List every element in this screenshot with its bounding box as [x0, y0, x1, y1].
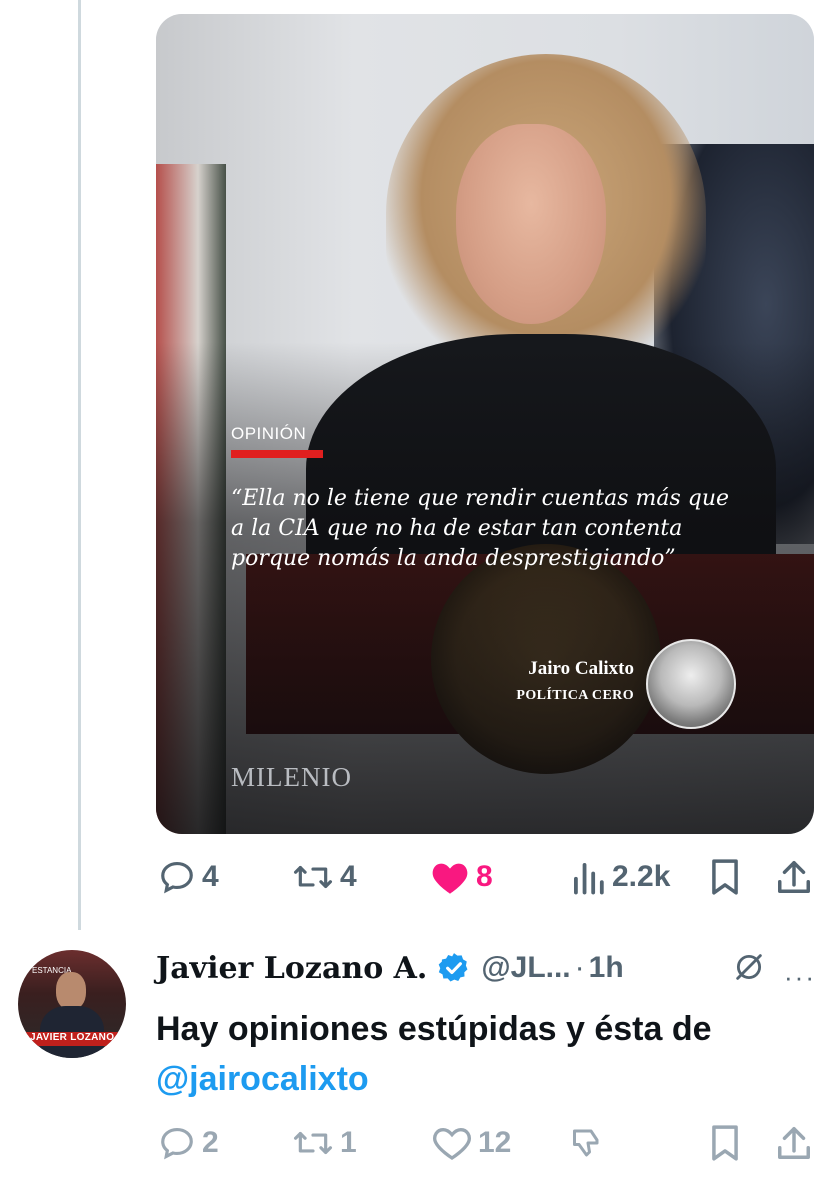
reply-text: Hay opiniones estúpidas y ésta de @jairo… — [156, 1004, 796, 1104]
author-handle[interactable]: @JL... — [481, 951, 570, 985]
reply-count: 4 — [202, 860, 219, 893]
mention-link[interactable]: @jairocalixto — [156, 1060, 369, 1098]
share-icon — [778, 1127, 810, 1159]
views-icon — [574, 863, 604, 895]
separator-dot: · — [574, 951, 585, 984]
more-options-icon[interactable]: ··· — [784, 962, 816, 993]
verified-badge-icon — [439, 953, 468, 982]
retweet-button[interactable]: 4 — [292, 858, 357, 896]
thumbs-down-icon — [573, 1129, 599, 1157]
avatar-face — [56, 972, 86, 1010]
like-button[interactable]: 12 — [432, 1124, 511, 1162]
like-count: 8 — [476, 860, 493, 893]
bookmark-button[interactable] — [708, 1124, 742, 1162]
views-count: 2.2k — [612, 860, 671, 893]
timestamp[interactable]: 1h — [589, 951, 624, 985]
retweet-count: 4 — [340, 860, 357, 893]
bookmark-icon — [712, 859, 738, 895]
author-display-name[interactable]: Javier Lozano A. — [156, 951, 427, 986]
avatar-caption: JAVIER LOZANO — [30, 1032, 115, 1043]
share-button[interactable] — [776, 1124, 812, 1162]
share-button[interactable] — [776, 858, 812, 896]
reply-header: Javier Lozano A. @JL... · 1h — [156, 946, 624, 990]
heart-outline-icon — [433, 1127, 471, 1160]
dislike-button[interactable] — [570, 1124, 606, 1162]
author-photo — [646, 639, 736, 729]
avatar[interactable]: ESTANCIA JAVIER LOZANO — [18, 950, 126, 1058]
grok-icon[interactable] — [732, 950, 766, 984]
reply-count: 2 — [202, 1126, 219, 1159]
opinion-quote: “Ella no le tiene que rendir cuentas más… — [231, 486, 730, 571]
reply-text-body: Hay opiniones estúpidas y ésta de — [156, 1010, 712, 1048]
author-name: Jairo Calixto — [528, 658, 634, 679]
media-card[interactable]: OPINIÓN “Ella no le tiene que rendir cue… — [156, 14, 814, 834]
thread-line — [78, 0, 81, 930]
like-count: 12 — [478, 1126, 512, 1159]
bookmark-icon — [712, 1125, 738, 1161]
reply-icon — [161, 861, 193, 894]
like-button[interactable]: 8 — [430, 858, 493, 896]
retweet-button[interactable]: 1 — [292, 1124, 357, 1162]
bookmark-button[interactable] — [708, 858, 742, 896]
author-column: POLÍTICA CERO — [516, 688, 634, 703]
brand-logo: MILENIO — [231, 762, 352, 792]
opinion-bar — [231, 450, 323, 458]
reply-icon — [161, 1127, 193, 1160]
retweet-count: 1 — [340, 1126, 357, 1159]
reply-button[interactable]: 2 — [158, 1124, 219, 1162]
views-button[interactable]: 2.2k — [570, 858, 670, 896]
retweet-icon — [294, 1131, 332, 1155]
opinion-label: OPINIÓN — [231, 424, 307, 443]
share-icon — [778, 861, 810, 893]
heart-icon — [432, 863, 468, 894]
retweet-icon — [294, 865, 332, 889]
reply-button[interactable]: 4 — [158, 858, 219, 896]
